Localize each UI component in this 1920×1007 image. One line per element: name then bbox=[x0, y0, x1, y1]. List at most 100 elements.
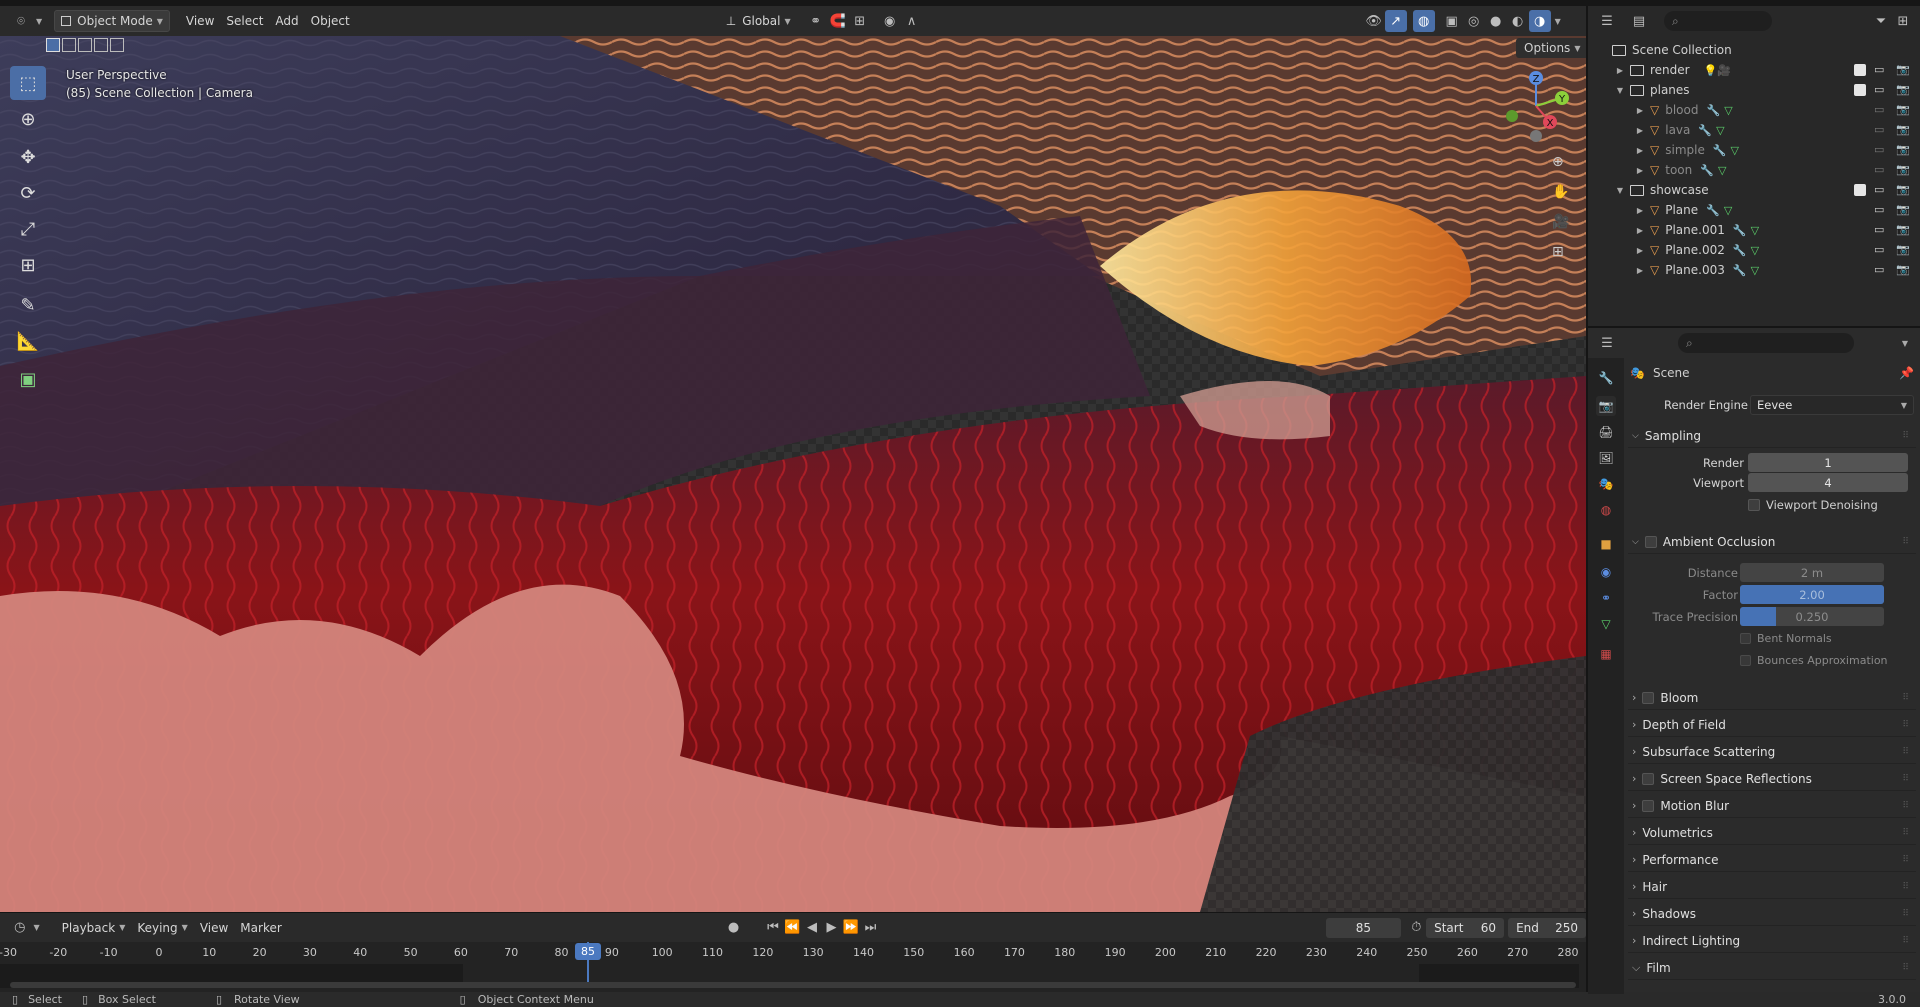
pin-icon[interactable]: 📌 bbox=[1899, 366, 1914, 380]
navigation-gizmo[interactable]: Z Y X bbox=[1496, 66, 1576, 146]
next-keyframe-icon[interactable]: ⏩ bbox=[841, 917, 860, 939]
chevron-right-icon[interactable]: ▶ bbox=[1634, 206, 1646, 215]
filter-icon[interactable]: ⏷ bbox=[1870, 10, 1892, 32]
panel-screen-space-reflections-header[interactable]: › Screen Space Reflections ⠿ bbox=[1628, 767, 1916, 791]
editor-type-icon[interactable]: ☰ bbox=[1596, 332, 1618, 354]
mesh-data-icon[interactable]: ▽ bbox=[1751, 264, 1759, 277]
exclude-checkbox[interactable] bbox=[1854, 84, 1866, 96]
drag-handle-icon[interactable]: ⠿ bbox=[1902, 537, 1909, 547]
panel-volumetrics-header[interactable]: › Volumetrics ⠿ bbox=[1628, 821, 1916, 845]
mode-selector[interactable]: Object Mode ▼ bbox=[54, 10, 170, 32]
tool-measure[interactable]: 📐 bbox=[10, 324, 46, 358]
menu-select[interactable]: Select bbox=[220, 10, 269, 32]
select-subtract-icon[interactable] bbox=[78, 38, 92, 52]
play-icon[interactable]: ▶ bbox=[822, 917, 841, 939]
select-extend-icon[interactable] bbox=[62, 38, 76, 52]
mesh-data-icon[interactable]: ▽ bbox=[1724, 104, 1732, 117]
modifier-icon[interactable]: 🔧 bbox=[1707, 104, 1721, 117]
panel-subsurface-scattering-header[interactable]: › Subsurface Scattering ⠿ bbox=[1628, 740, 1916, 764]
tool-rotate[interactable]: ⟳ bbox=[10, 176, 46, 210]
drag-handle-icon[interactable]: ⠿ bbox=[1902, 828, 1909, 838]
playhead-badge[interactable]: 85 bbox=[575, 943, 601, 960]
outliner-item-planes[interactable]: ▼ planes ▭ 📷 bbox=[1588, 80, 1920, 100]
drag-handle-icon[interactable]: ⠿ bbox=[1902, 720, 1909, 730]
mesh-data-icon[interactable]: ▽ bbox=[1718, 164, 1726, 177]
select-mode-buttons[interactable] bbox=[46, 38, 124, 52]
editor-type-icon[interactable]: ☰ bbox=[1596, 10, 1618, 32]
tool-move[interactable]: ✥ bbox=[10, 140, 46, 174]
tool-annotate[interactable]: ✎ bbox=[10, 288, 46, 322]
world-tab-icon[interactable]: ◍ bbox=[1596, 500, 1616, 520]
chevron-right-icon[interactable]: ▶ bbox=[1614, 66, 1626, 75]
chevron-right-icon[interactable]: ▶ bbox=[1634, 246, 1646, 255]
modifier-icon[interactable]: 🔧 bbox=[1713, 144, 1727, 157]
mesh-data-icon[interactable]: ▽ bbox=[1716, 124, 1724, 137]
sampling-viewport-field[interactable]: 4 bbox=[1748, 473, 1908, 492]
output-tab-icon[interactable]: 🖨 bbox=[1596, 422, 1616, 442]
mesh-data-icon[interactable]: ▽ bbox=[1751, 224, 1759, 237]
panel-bloom-header[interactable]: › Bloom ⠿ bbox=[1628, 686, 1916, 710]
start-frame-field[interactable]: Start 60 bbox=[1426, 917, 1505, 938]
pan-icon[interactable]: ✋ bbox=[1552, 184, 1569, 200]
snap-target-icon[interactable]: ⊞ bbox=[849, 10, 871, 32]
tool-cursor[interactable]: ⊕ bbox=[10, 102, 46, 136]
data-tab-icon[interactable]: ▽ bbox=[1596, 614, 1616, 634]
panel-enable-checkbox[interactable] bbox=[1642, 799, 1655, 812]
panel-depth-of-field-header[interactable]: › Depth of Field ⠿ bbox=[1628, 713, 1916, 737]
snap-icon[interactable]: 🧲 bbox=[827, 10, 849, 32]
render-engine-select[interactable]: Eevee ▼ bbox=[1750, 395, 1914, 415]
xray-icon[interactable]: ▣ bbox=[1441, 10, 1463, 32]
options-button[interactable]: Options ▼ bbox=[1516, 38, 1586, 58]
bounces-approx-checkbox[interactable]: Bounces Approximation bbox=[1740, 654, 1888, 667]
modifier-icon[interactable]: 🔧 bbox=[1733, 224, 1747, 237]
panel-ao-header[interactable]: ⌵ Ambient Occlusion ⠿ bbox=[1628, 530, 1916, 554]
panel-enable-checkbox[interactable] bbox=[1642, 691, 1655, 704]
render-visibility-icon[interactable]: 📷 bbox=[1896, 83, 1910, 96]
shading-rendered-icon[interactable]: ◑ bbox=[1528, 10, 1551, 32]
tool-select-box[interactable]: ⬚ bbox=[10, 66, 46, 100]
monitor-visibility-icon[interactable]: ▭ bbox=[1874, 223, 1884, 236]
ao-trace-slider[interactable]: 0.250 bbox=[1740, 607, 1884, 626]
chevron-down-icon[interactable]: ▼ bbox=[1614, 86, 1626, 95]
texture-tab-icon[interactable]: ▦ bbox=[1596, 644, 1616, 664]
view-layer-tab-icon[interactable]: 🖼 bbox=[1596, 448, 1616, 468]
monitor-visibility-icon[interactable]: ▭ bbox=[1874, 123, 1884, 136]
render-visibility-icon[interactable]: 📷 bbox=[1896, 263, 1910, 276]
panel-film-header[interactable]: ⌵ Film ⠿ bbox=[1628, 956, 1916, 980]
render-visibility-icon[interactable]: 📷 bbox=[1896, 203, 1910, 216]
modifier-icon[interactable]: 🔧 bbox=[1698, 124, 1712, 137]
object-tab-icon[interactable]: ■ bbox=[1596, 534, 1616, 554]
current-frame-field[interactable]: 85 bbox=[1326, 917, 1401, 938]
end-frame-field[interactable]: End 250 bbox=[1508, 917, 1587, 938]
chevron-down-icon[interactable]: ▼ bbox=[1614, 186, 1626, 195]
editor-type-icon[interactable]: ⌾ bbox=[10, 10, 32, 32]
chevron-right-icon[interactable]: ▶ bbox=[1634, 146, 1646, 155]
orientation-selector[interactable]: ⊥ Global ▼ bbox=[720, 10, 797, 32]
monitor-visibility-icon[interactable]: ▭ bbox=[1874, 203, 1884, 216]
jump-start-icon[interactable]: ⏮ bbox=[763, 917, 782, 939]
menu-view[interactable]: View bbox=[180, 10, 220, 32]
render-visibility-icon[interactable]: 📷 bbox=[1896, 183, 1910, 196]
render-visibility-icon[interactable]: 📷 bbox=[1896, 243, 1910, 256]
render-visibility-icon[interactable]: 📷 bbox=[1896, 163, 1910, 176]
menu-playback[interactable]: Playback ▼ bbox=[56, 917, 132, 939]
tool-transform[interactable]: ⊞ bbox=[10, 248, 46, 282]
drag-handle-icon[interactable]: ⠿ bbox=[1902, 936, 1909, 946]
menu-view[interactable]: View bbox=[194, 917, 234, 939]
tool-tab-icon[interactable]: 🔧 bbox=[1596, 368, 1616, 388]
menu-marker[interactable]: Marker bbox=[234, 917, 287, 939]
record-icon[interactable]: ● bbox=[724, 917, 743, 939]
outliner-search-input[interactable]: ⌕ bbox=[1664, 11, 1772, 31]
outliner-item-render[interactable]: ▶ render 💡🎥 ▭ 📷 bbox=[1588, 60, 1920, 80]
overlay-icon[interactable]: ◍ bbox=[1412, 10, 1435, 32]
select-intersect-icon[interactable] bbox=[110, 38, 124, 52]
outliner-item-lava[interactable]: ▶ ▽ lava 🔧 ▽ ▭ 📷 bbox=[1588, 120, 1920, 140]
jump-end-icon[interactable]: ⏭ bbox=[861, 917, 880, 939]
falloff-icon[interactable]: ∧ bbox=[901, 10, 923, 32]
timeline-ruler[interactable]: -30 -20 -10 0 10 20 30 40 50 60 70 80 85 90 100 110 120 1… bbox=[0, 942, 1586, 992]
ao-factor-slider[interactable]: 2.00 bbox=[1740, 585, 1884, 604]
outliner-item-plane-003[interactable]: ▶ ▽ Plane.003 🔧 ▽ ▭ 📷 bbox=[1588, 260, 1920, 280]
outliner-item-plane-001[interactable]: ▶ ▽ Plane.001 🔧 ▽ ▭ 📷 bbox=[1588, 220, 1920, 240]
gizmo-icon[interactable]: ↗ bbox=[1384, 10, 1407, 32]
chevron-down-icon[interactable]: ▼ bbox=[1902, 339, 1908, 348]
